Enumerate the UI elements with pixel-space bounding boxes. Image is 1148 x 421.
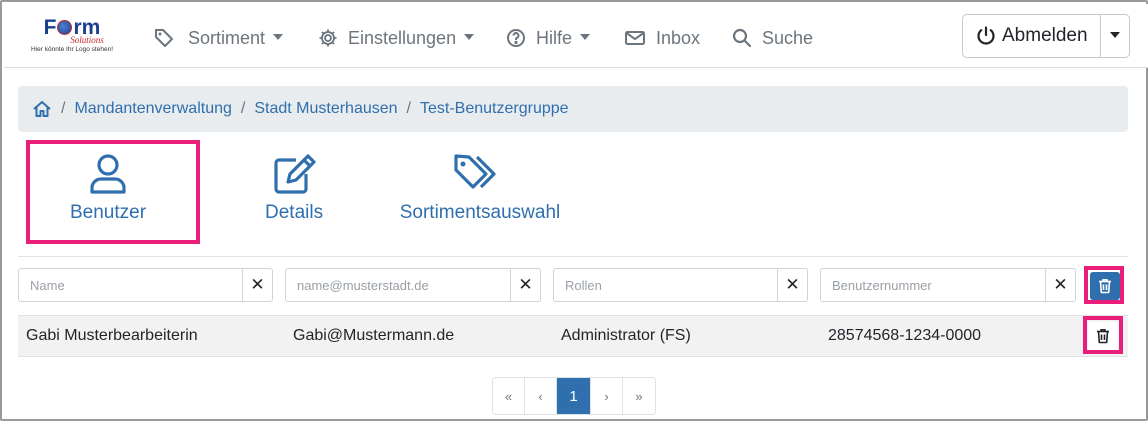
filter-email: ✕ (285, 268, 541, 302)
breadcrumb-separator: / (406, 100, 411, 117)
tab-sortimentsauswahl-label: Sortimentsauswahl (399, 202, 561, 223)
cell-rolle: Administrator (FS) (561, 327, 691, 344)
close-icon: ✕ (250, 275, 265, 294)
benutzernummer-filter-clear-button[interactable]: ✕ (1045, 268, 1076, 302)
filter-rollen: ✕ (553, 268, 808, 302)
table-row[interactable]: Gabi Musterbearbeiterin Gabi@Mustermann.… (18, 315, 1128, 357)
brand-logo[interactable]: Frm Solutions Hier könnte Ihr Logo stehe… (18, 12, 126, 60)
nav-suche-label: Suche (762, 27, 814, 48)
nav-inbox[interactable]: Inbox (624, 24, 700, 52)
nav-einstellungen-label: Einstellungen (348, 27, 457, 48)
nav-einstellungen[interactable]: Einstellungen (318, 24, 475, 52)
logout-button-group: Abmelden (962, 14, 1130, 58)
rollen-filter-clear-button[interactable]: ✕ (777, 268, 808, 302)
email-filter-clear-button[interactable]: ✕ (510, 268, 541, 302)
tab-details-label: Details (265, 202, 324, 223)
breadcrumb-item[interactable]: Mandantenverwaltung (74, 100, 231, 118)
tags-icon (454, 154, 496, 189)
nav-sortiment[interactable]: Sortiment (154, 24, 284, 52)
tab-benutzer-label: Benutzer (70, 202, 147, 223)
delete-row-button[interactable] (1088, 322, 1118, 350)
section-divider (18, 256, 1128, 257)
cell-email: Gabi@Mustermann.de (293, 327, 455, 344)
envelope-icon (625, 31, 645, 45)
filter-benutzernummer: ✕ (820, 268, 1076, 302)
logout-dropdown-toggle[interactable] (1101, 15, 1129, 57)
breadcrumb: / Mandantenverwaltung / Stadt Musterhaus… (18, 86, 1128, 132)
trash-icon (1097, 329, 1109, 344)
logout-label: Abmelden (1002, 25, 1088, 46)
logo-wordmark: Frm (43, 16, 101, 39)
chevron-down-icon (464, 34, 475, 40)
gear-icon (319, 29, 337, 47)
chevron-down-icon (580, 34, 591, 40)
question-circle-icon (507, 29, 525, 47)
page-next-button[interactable]: › (591, 378, 623, 414)
nav-sortiment-label: Sortiment (188, 27, 266, 48)
name-filter-input[interactable] (18, 268, 242, 302)
tab-details[interactable]: Details (265, 152, 323, 224)
page-prev-button[interactable]: ‹ (525, 378, 557, 414)
logo-tagline: Hier könnte Ihr Logo stehen! (30, 46, 114, 53)
tags-icon (155, 29, 173, 47)
benutzernummer-filter-input[interactable] (820, 268, 1045, 302)
nav-hilfe[interactable]: Hilfe (506, 24, 591, 52)
chevron-down-icon (1110, 32, 1120, 38)
delete-all-button[interactable] (1090, 272, 1120, 300)
user-icon (90, 154, 126, 194)
email-filter-input[interactable] (285, 268, 510, 302)
breadcrumb-item[interactable]: Test-Benutzergruppe (420, 100, 569, 118)
nav-inbox-label: Inbox (656, 27, 701, 48)
logout-button[interactable]: Abmelden (963, 15, 1101, 57)
name-filter-clear-button[interactable]: ✕ (242, 268, 273, 302)
globe-icon (57, 20, 73, 35)
rollen-filter-input[interactable] (553, 268, 777, 302)
breadcrumb-separator: / (61, 100, 66, 117)
page-first-button[interactable]: « (493, 378, 525, 414)
breadcrumb-home[interactable] (32, 100, 52, 118)
home-icon (33, 101, 51, 117)
close-icon: ✕ (1053, 275, 1068, 294)
edit-icon (274, 154, 316, 194)
tab-benutzer[interactable]: Benutzer (70, 152, 146, 224)
close-icon: ✕ (785, 275, 800, 294)
pagination: « ‹ 1 › » (492, 377, 656, 415)
page-current-button[interactable]: 1 (557, 378, 591, 414)
navbar: Frm Solutions Hier könnte Ihr Logo stehe… (4, 4, 1148, 68)
power-icon (977, 26, 995, 45)
cell-name: Gabi Musterbearbeiterin (26, 327, 198, 344)
trash-icon (1099, 279, 1111, 294)
page-last-button[interactable]: » (623, 378, 655, 414)
filter-name: ✕ (18, 268, 273, 302)
breadcrumb-item[interactable]: Stadt Musterhausen (254, 100, 397, 118)
breadcrumb-separator: / (240, 100, 246, 117)
nav-suche[interactable]: Suche (732, 24, 813, 52)
search-icon (732, 28, 752, 48)
tab-sortimentsauswahl[interactable]: Sortimentsauswahl (397, 152, 563, 224)
app-window: Frm Solutions Hier könnte Ihr Logo stehe… (0, 0, 1148, 421)
chevron-down-icon (273, 34, 284, 40)
close-icon: ✕ (518, 275, 533, 294)
cell-benutzernummer: 28574568-1234-0000 (828, 327, 982, 344)
nav-hilfe-label: Hilfe (536, 27, 573, 48)
